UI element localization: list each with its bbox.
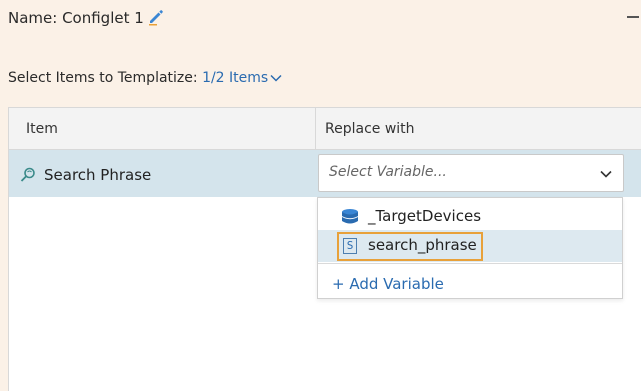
select-items-label: Select Items to Templatize:: [8, 70, 198, 86]
option-label: _TargetDevices: [368, 207, 482, 225]
select-variable-dropdown[interactable]: Select Variable...: [318, 154, 624, 192]
chevron-down-icon: [270, 74, 282, 82]
header-bar: Name: Configlet 1: [0, 0, 641, 41]
option-label: search_phrase: [368, 236, 477, 254]
items-count-dropdown[interactable]: 1/2 Items: [202, 70, 282, 86]
search-phrase-icon: [20, 167, 35, 182]
chevron-down-icon: [600, 170, 612, 178]
table-row[interactable]: Search Phrase Select Variable...: [9, 150, 641, 197]
column-divider: [315, 108, 316, 149]
variable-dropdown-menu: _TargetDevices S search_phrase + Add Var…: [317, 197, 623, 299]
string-variable-icon: S: [343, 238, 357, 254]
select-variable-placeholder: Select Variable...: [329, 164, 447, 180]
item-label: Search Phrase: [44, 166, 152, 184]
add-variable-link[interactable]: + Add Variable: [332, 275, 444, 293]
dropdown-option-search-phrase[interactable]: S search_phrase: [318, 230, 622, 262]
minus-icon[interactable]: [627, 16, 639, 18]
column-header-replace: Replace with: [325, 121, 415, 137]
dropdown-option-target-devices[interactable]: _TargetDevices: [318, 200, 622, 232]
table-header: Item Replace with: [9, 108, 641, 150]
items-count: 1/2 Items: [202, 70, 269, 86]
select-items-row: Select Items to Templatize: 1/2 Items: [8, 70, 282, 86]
database-icon: [341, 209, 359, 224]
configlet-title: Name: Configlet 1: [8, 9, 144, 27]
column-header-item: Item: [26, 121, 58, 137]
pencil-icon[interactable]: [147, 8, 165, 26]
dropdown-divider: [318, 263, 622, 264]
